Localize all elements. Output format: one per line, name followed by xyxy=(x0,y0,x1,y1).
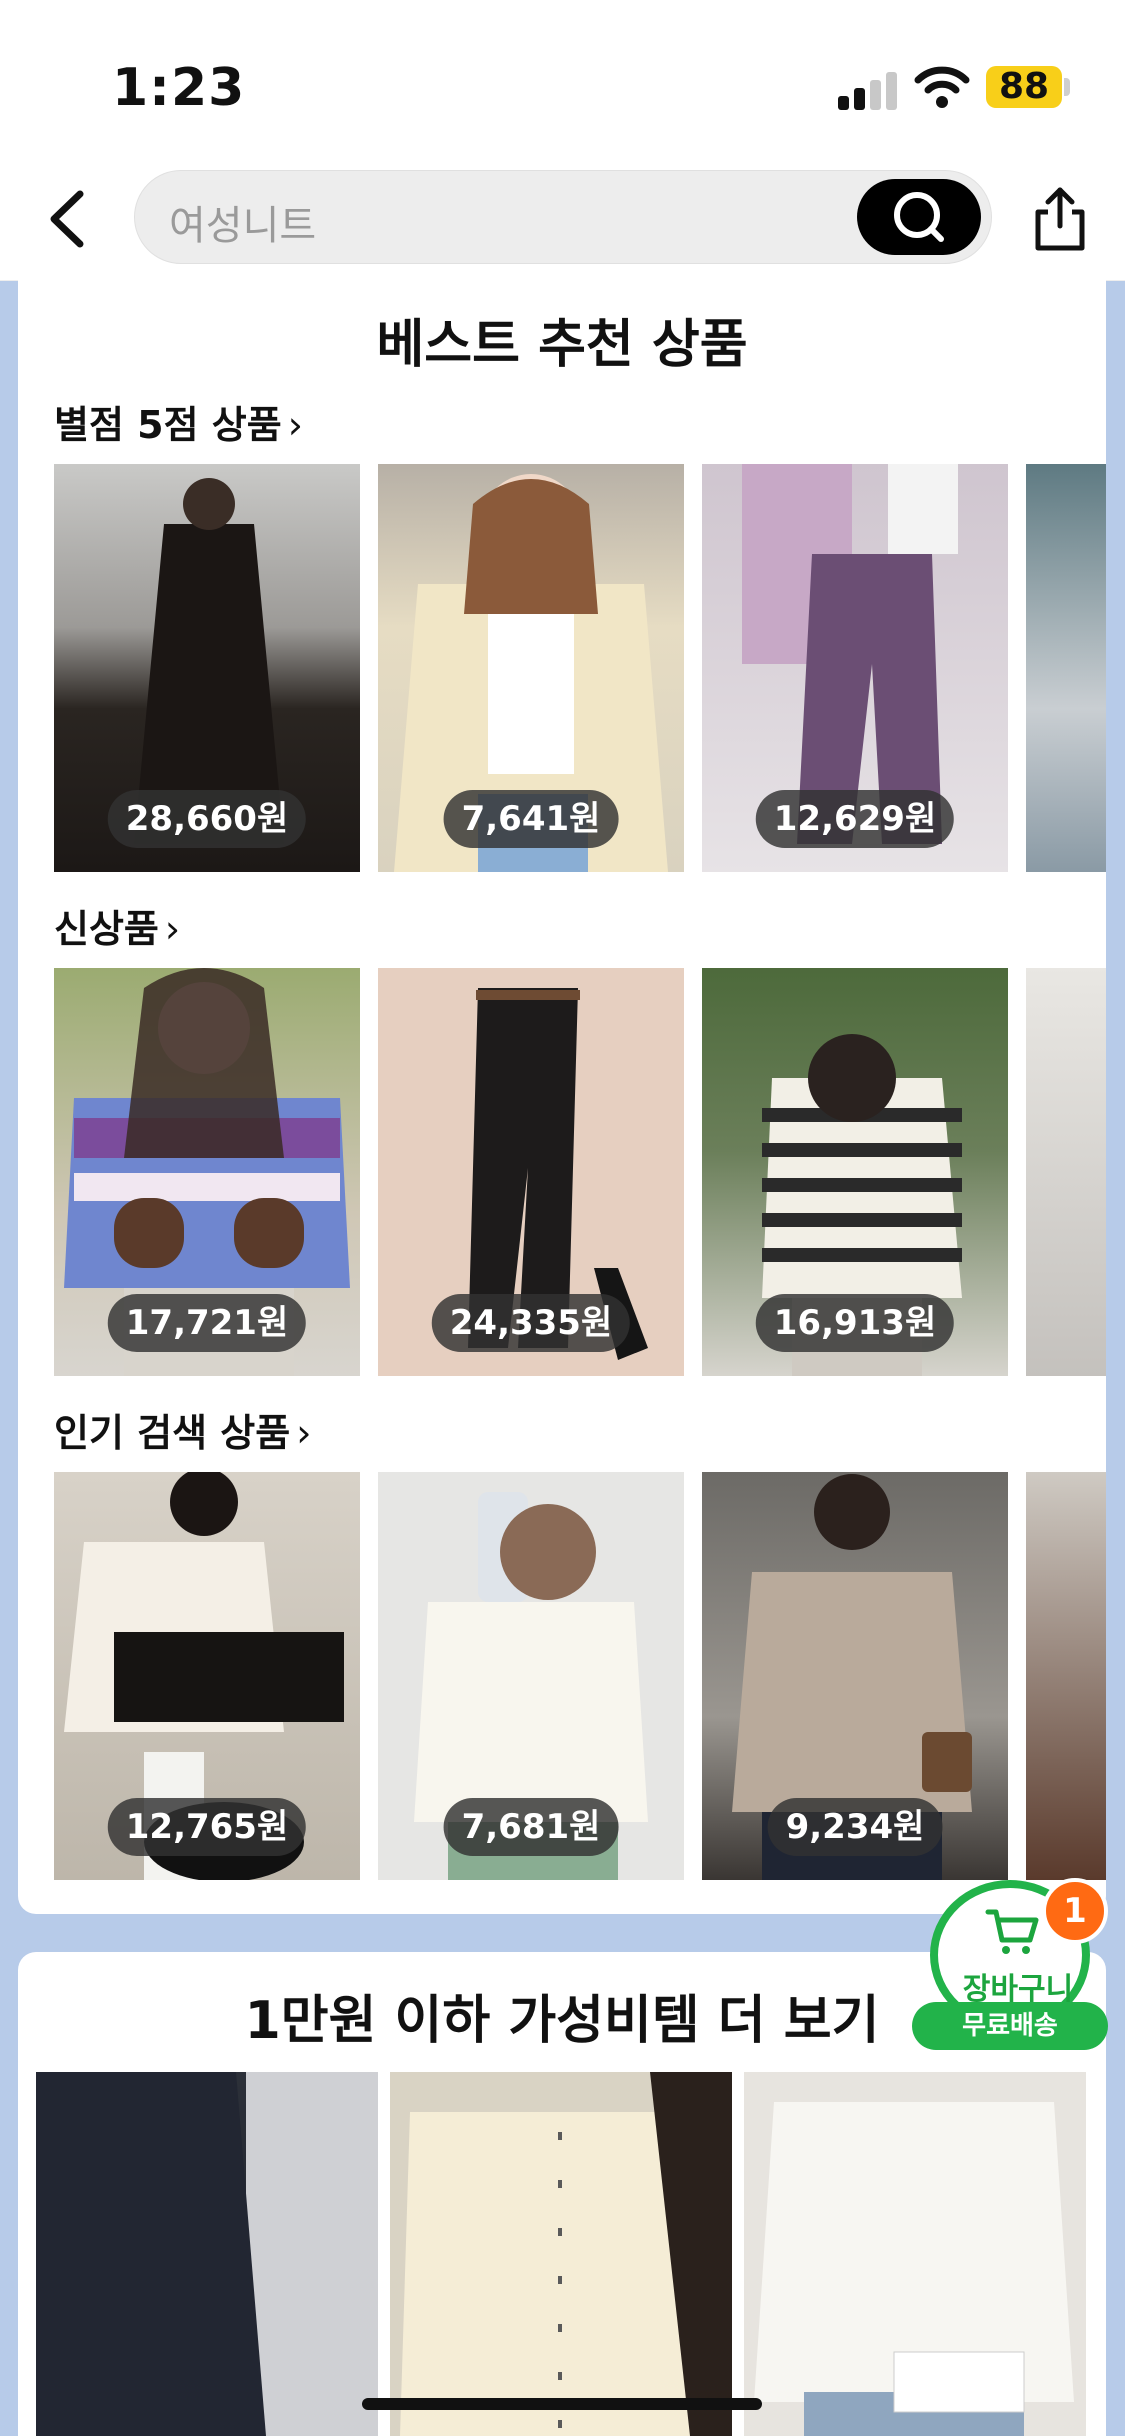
bargain-product-ivory-cardigan[interactable] xyxy=(390,2072,732,2436)
best-title: 베스트 추천 상품 xyxy=(376,315,748,375)
section-five-star[interactable]: 별점 5점 상품 › xyxy=(54,394,303,449)
price-badge: 16,913원 xyxy=(755,1294,955,1352)
product-image-navy-pants xyxy=(36,2072,378,2436)
cart-count-badge: 1 xyxy=(1042,1878,1108,1944)
chevron-right-icon: › xyxy=(287,403,303,447)
best-recommend-panel: 베스트 추천 상품 별점 5점 상품 › 28,660원 7,641원 12,6… xyxy=(18,280,1106,1914)
product-row: 17,721원 24,335원 16,913원 xyxy=(54,968,1106,1376)
home-indicator xyxy=(362,2398,762,2410)
product-card[interactable]: 7,681원 xyxy=(378,1472,684,1880)
product-image-ivory-cardigan xyxy=(400,2072,732,2436)
section-new-products[interactable]: 신상품 › xyxy=(54,898,180,953)
product-card[interactable]: 24,335원 xyxy=(378,968,684,1376)
battery-nub xyxy=(1064,78,1070,96)
chevron-right-icon: › xyxy=(296,1411,312,1455)
signal-icon xyxy=(838,72,898,110)
price-badge: 17,721원 xyxy=(107,1294,307,1352)
product-row: 28,660원 7,641원 12,629원 xyxy=(54,464,1106,872)
cart-icon xyxy=(985,1909,1039,1954)
price-badge: 7,681원 xyxy=(443,1798,619,1856)
back-arrow-icon[interactable] xyxy=(40,186,100,252)
product-card[interactable]: 9,234원 xyxy=(702,1472,1008,1880)
search-placeholder: 여성니트 xyxy=(169,203,317,249)
search-header: 여성니트 xyxy=(0,160,1125,281)
product-row: 12,765원 7,681원 9,234원 xyxy=(54,1472,1106,1880)
product-card[interactable]: 16,913원 xyxy=(702,968,1008,1376)
section-title-label: 인기 검색 상품 xyxy=(54,1411,291,1455)
search-input[interactable]: 여성니트 xyxy=(134,170,992,264)
wifi-icon xyxy=(914,66,970,108)
price-badge: 12,629원 xyxy=(755,790,955,848)
product-card-partial[interactable] xyxy=(1026,464,1106,872)
price-badge: 28,660원 xyxy=(107,790,307,848)
status-bar: 1:23 88 xyxy=(0,0,1125,160)
price-badge: 24,335원 xyxy=(431,1294,631,1352)
product-card[interactable]: 28,660원 xyxy=(54,464,360,872)
product-image-white-shirt xyxy=(754,2102,1074,2436)
product-card[interactable]: 17,721원 xyxy=(54,968,360,1376)
product-card-partial[interactable] xyxy=(1026,1472,1106,1880)
bargain-product-navy-pants[interactable] xyxy=(36,2072,378,2436)
status-time: 1:23 xyxy=(112,58,246,118)
bargain-product-white-shirt[interactable] xyxy=(744,2072,1086,2436)
price-badge: 12,765원 xyxy=(107,1798,307,1856)
cart-floating-button[interactable]: 장바구니 1 무료배송 xyxy=(912,1878,1108,2050)
price-badge: 9,234원 xyxy=(767,1798,943,1856)
section-title-label: 신상품 xyxy=(54,907,159,951)
free-shipping-pill: 무료배송 xyxy=(912,2002,1108,2050)
section-title-label: 별점 5점 상품 xyxy=(54,403,282,447)
battery-indicator: 88 xyxy=(986,66,1062,108)
chevron-right-icon: › xyxy=(164,907,181,951)
price-badge: 7,641원 xyxy=(443,790,619,848)
product-card[interactable]: 12,765원 xyxy=(54,1472,360,1880)
search-icon xyxy=(894,192,944,242)
section-popular-search[interactable]: 인기 검색 상품 › xyxy=(54,1402,311,1457)
product-card[interactable]: 7,641원 xyxy=(378,464,684,872)
search-button[interactable] xyxy=(857,179,981,255)
share-icon[interactable] xyxy=(1030,184,1090,254)
product-card-partial[interactable] xyxy=(1026,968,1106,1376)
product-card[interactable]: 12,629원 xyxy=(702,464,1008,872)
